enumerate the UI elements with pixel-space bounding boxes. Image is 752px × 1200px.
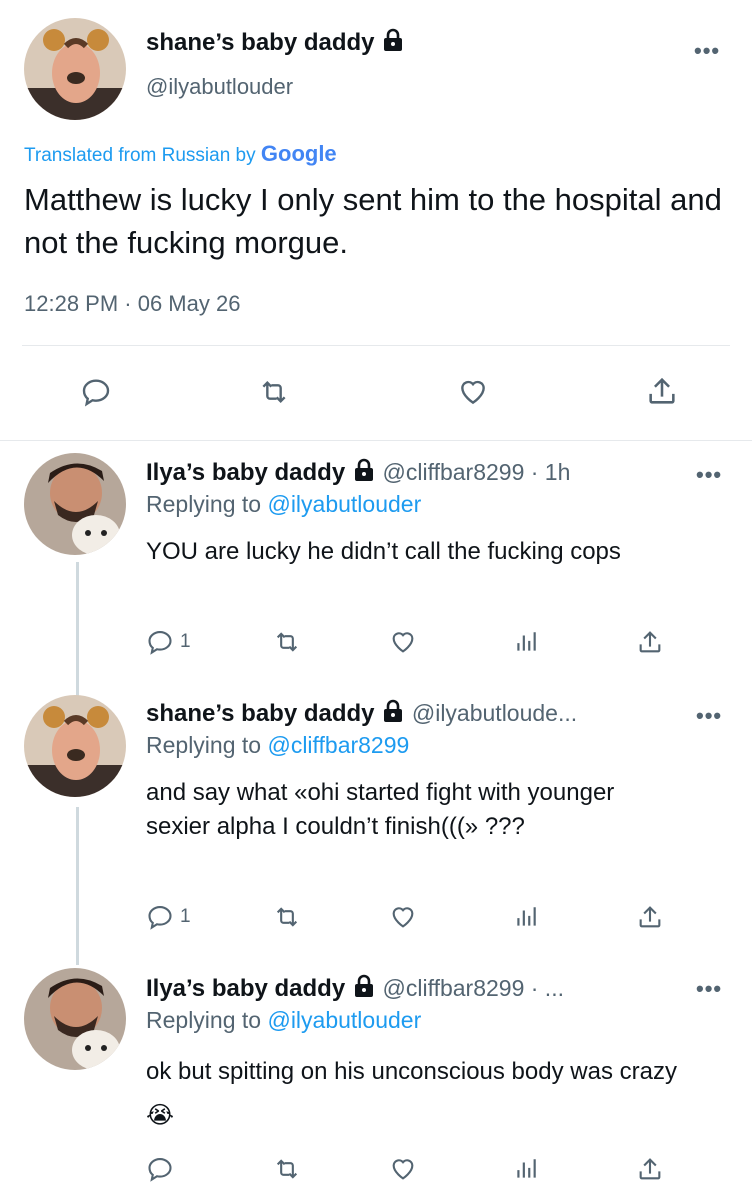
views-icon [517, 1159, 536, 1178]
avatar[interactable] [24, 695, 126, 797]
views-button[interactable] [513, 1155, 539, 1183]
display-name-text[interactable]: Ilya’s baby daddy [146, 459, 345, 486]
retweet-button[interactable] [272, 1155, 302, 1183]
retweet-icon [276, 1159, 298, 1179]
reply-button[interactable]: 1 [146, 628, 191, 656]
handle-meta[interactable]: @cliffbar8299 · 1h [383, 459, 571, 485]
handle-meta[interactable]: @ilyabutloude... [412, 700, 577, 726]
views-button[interactable] [513, 903, 539, 931]
share-button[interactable] [645, 374, 679, 408]
replying-to: Replying to @ilyabutlouder [146, 491, 421, 518]
more-icon[interactable]: ••• [696, 976, 722, 1002]
share-icon [639, 906, 661, 928]
thread-line [76, 807, 79, 965]
replying-to: Replying to @ilyabutlouder [146, 1007, 421, 1034]
replying-to: Replying to @cliffbar8299 [146, 732, 409, 759]
translation-note: Translated from Russian by Google [24, 141, 337, 167]
share-button[interactable] [636, 903, 664, 931]
replying-prefix: Replying to [146, 732, 262, 758]
reply-icon [148, 906, 172, 930]
reply-button[interactable]: 1 [146, 903, 191, 931]
reply-button[interactable] [146, 1155, 180, 1183]
reply-text: and say what «ohi started fight with you… [146, 779, 615, 840]
display-name[interactable]: Ilya’s baby daddy @cliffbar8299 · ... [146, 974, 564, 1005]
like-icon [392, 1159, 414, 1180]
views-icon [517, 907, 536, 926]
replying-prefix: Replying to [146, 1007, 262, 1033]
timestamp[interactable]: 12:28 PM · 06 May 26 [24, 291, 240, 317]
google-logo: Google [260, 141, 337, 166]
share-icon [639, 631, 661, 653]
retweet-icon [276, 907, 298, 927]
retweet-icon [262, 380, 286, 404]
reply-text-block: ok but spitting on his unconscious body … [146, 1050, 686, 1138]
handle[interactable]: @ilyabutlouder [146, 74, 293, 100]
loudly-crying-emoji: 😭 [146, 1102, 175, 1129]
lock-icon [352, 974, 376, 1005]
like-button[interactable] [456, 376, 490, 408]
reply-button[interactable] [80, 376, 112, 408]
retweet-icon [276, 632, 298, 652]
display-name[interactable]: Ilya’s baby daddy @cliffbar8299 · 1h [146, 458, 570, 489]
retweet-button[interactable] [257, 376, 291, 408]
avatar[interactable] [24, 453, 126, 555]
reply-icon [82, 379, 110, 407]
like-icon [392, 632, 414, 653]
display-name-text[interactable]: shane’s baby daddy [146, 29, 375, 56]
share-button[interactable] [636, 628, 664, 656]
display-name[interactable]: shane’s baby daddy @ilyabutloude... [146, 699, 577, 730]
replying-handle[interactable]: @ilyabutlouder [267, 1007, 421, 1033]
reply-icon [148, 631, 172, 655]
like-button[interactable] [388, 903, 418, 931]
divider [22, 345, 730, 346]
like-icon [392, 907, 414, 928]
lock-icon [381, 28, 405, 59]
reply-count: 1 [180, 631, 191, 652]
reply-icon [148, 1158, 172, 1182]
like-button[interactable] [388, 1155, 418, 1183]
share-icon [649, 377, 675, 404]
more-icon[interactable]: ••• [696, 462, 722, 488]
retweet-button[interactable] [272, 628, 302, 656]
more-icon[interactable]: ••• [694, 38, 720, 64]
replying-handle[interactable]: @cliffbar8299 [267, 732, 409, 758]
views-button[interactable] [513, 628, 539, 656]
retweet-button[interactable] [272, 903, 302, 931]
share-button[interactable] [636, 1155, 664, 1183]
display-name[interactable]: shane’s baby daddy [146, 28, 405, 59]
avatar[interactable] [24, 968, 126, 1070]
divider [0, 440, 752, 441]
handle-meta[interactable]: @cliffbar8299 · ... [383, 975, 564, 1001]
display-name-text[interactable]: shane’s baby daddy [146, 700, 375, 727]
thread-line [76, 562, 79, 698]
views-icon [517, 632, 536, 651]
lock-icon [352, 458, 376, 489]
tweet-text: Matthew is lucky I only sent him to the … [24, 182, 722, 260]
replying-handle[interactable]: @ilyabutlouder [267, 491, 421, 517]
lock-icon [381, 699, 405, 730]
share-icon [639, 1158, 661, 1180]
reply-text: ok but spitting on his unconscious body … [146, 1058, 677, 1085]
more-icon[interactable]: ••• [696, 703, 722, 729]
reply-text: YOU are lucky he didn’t call the fucking… [146, 538, 621, 565]
replying-prefix: Replying to [146, 491, 262, 517]
avatar[interactable] [24, 18, 126, 120]
reply-count: 1 [180, 906, 191, 927]
like-button[interactable] [388, 628, 418, 656]
like-icon [461, 380, 485, 405]
display-name-text[interactable]: Ilya’s baby daddy [146, 975, 345, 1002]
translated-from-link[interactable]: Translated from Russian by [24, 145, 256, 166]
